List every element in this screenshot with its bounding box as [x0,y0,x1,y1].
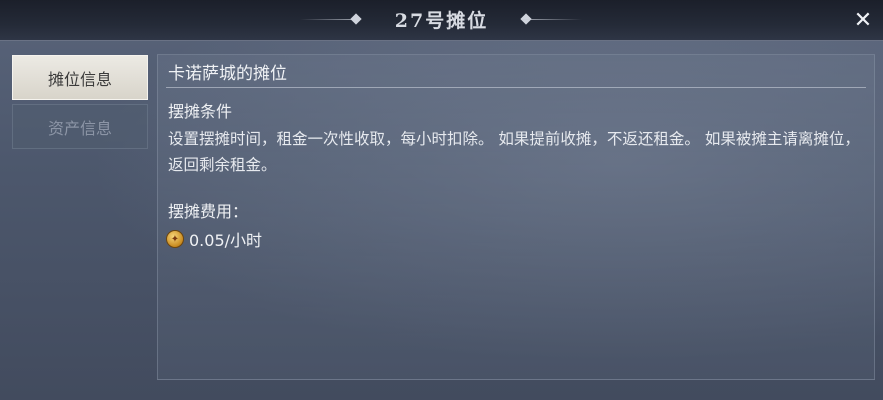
sidebar: 摊位信息 资产信息 [12,55,148,153]
tab-stall-info[interactable]: 摊位信息 [12,55,148,100]
tab-label: 资产信息 [47,118,112,138]
tab-label: 摊位信息 [47,69,112,89]
tab-asset-info[interactable]: 资产信息 [12,104,148,149]
info-panel: 卡诺萨城的摊位 摆摊条件 设置摆摊时间，租金一次性收取，每小时扣除。 如果提前收… [157,54,875,380]
fee-heading: 摆摊费用： [168,202,249,221]
window-title: 27号摊位 [394,10,489,32]
fee-value: 0.05/小时 [189,231,263,250]
section-heading: 摆摊条件 [168,102,233,121]
description-text: 设置摆摊时间，租金一次性收取，每小时扣除。 如果提前收摊，不返还租金。 如果被摊… [168,130,860,174]
panel-title: 卡诺萨城的摊位 [168,64,287,84]
title-bar: 27号摊位 ✕ [0,0,883,41]
fee-row: ✦ 0.05/小时 [166,227,262,251]
gold-coin-icon: ✦ [166,230,184,248]
divider [166,87,866,88]
title-ornament-right [522,19,582,20]
stall-window: 27号摊位 ✕ 摊位信息 资产信息 卡诺萨城的摊位 摆摊条件 设置摆摊时间，租金… [0,0,883,400]
close-icon[interactable]: ✕ [851,9,875,33]
